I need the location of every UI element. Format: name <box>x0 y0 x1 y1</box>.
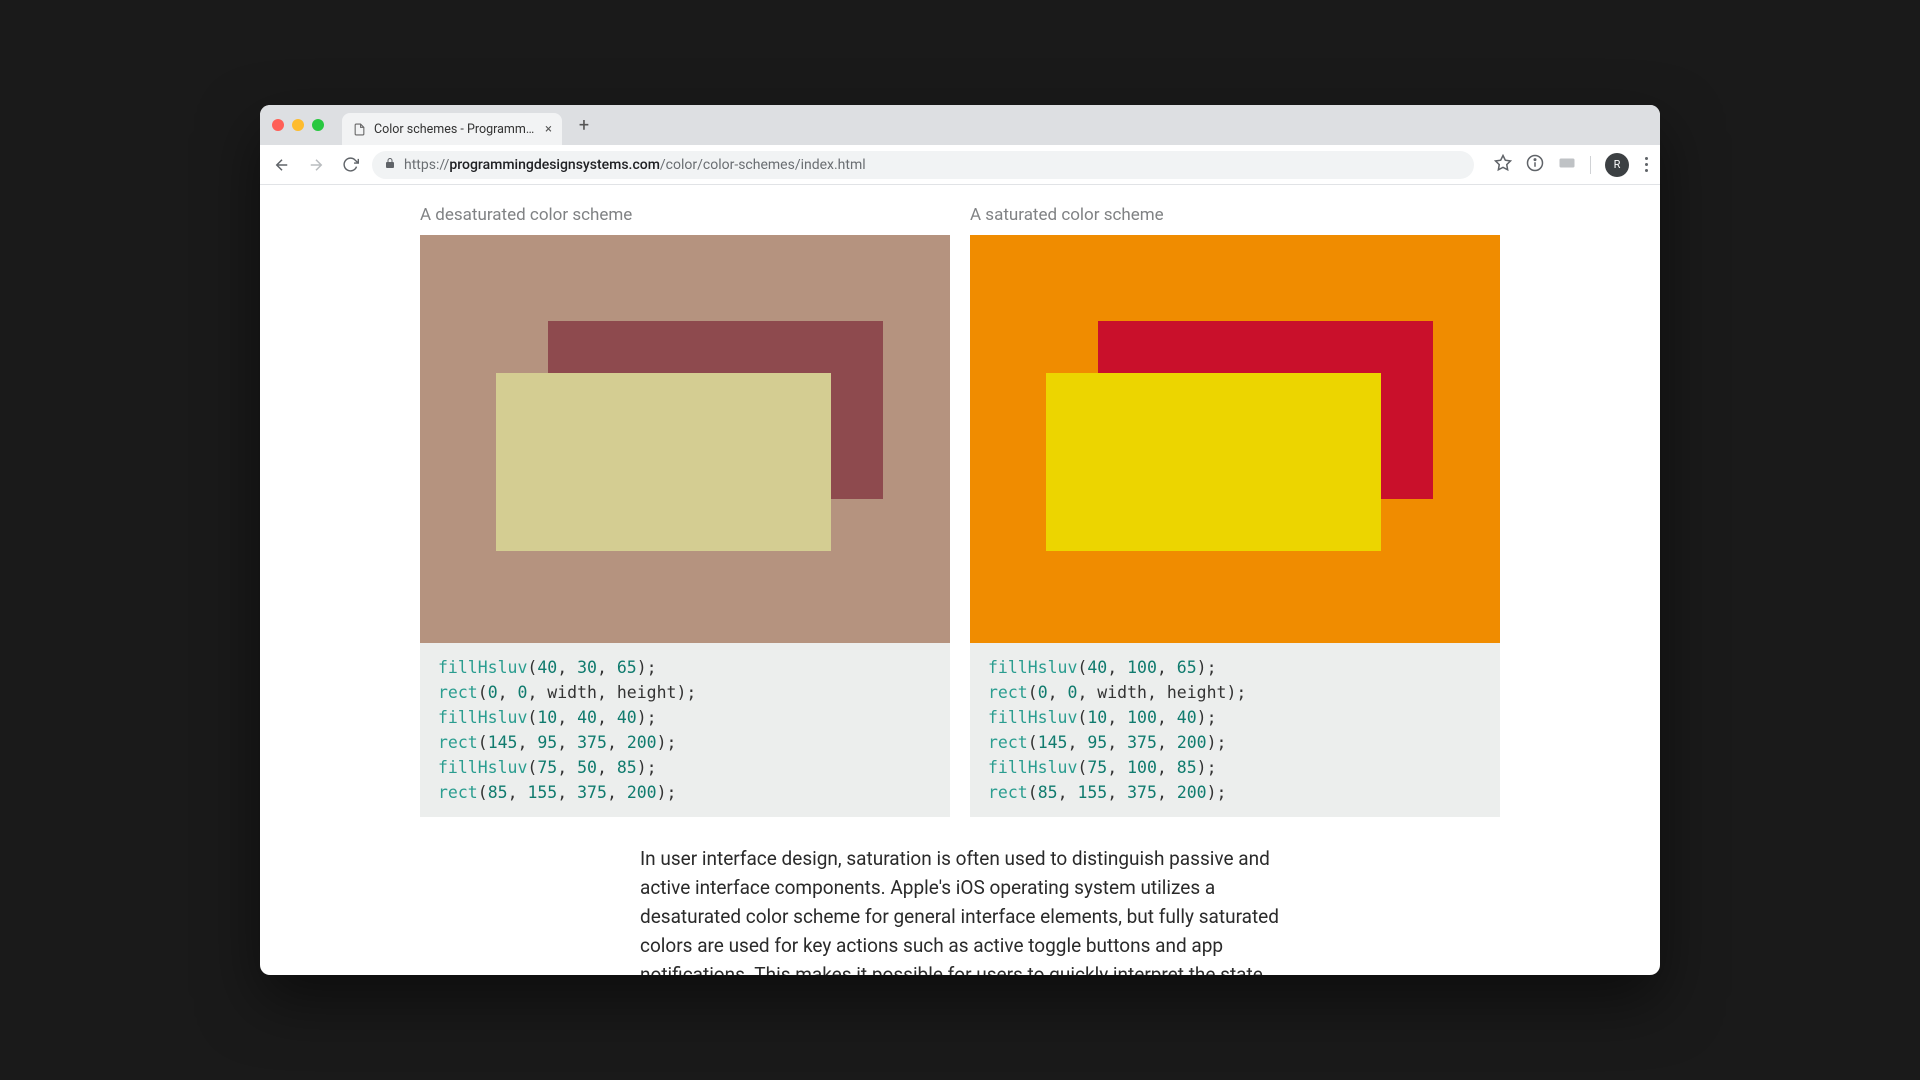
figure-caption-left: A desaturated color scheme <box>420 205 950 225</box>
code-block-right: fillHsluv(40, 100, 65); rect(0, 0, width… <box>970 643 1500 817</box>
forward-button[interactable] <box>304 153 328 177</box>
browser-tab[interactable]: Color schemes - Programming × <box>342 113 562 145</box>
tab-strip: Color schemes - Programming × + <box>260 105 1660 145</box>
url-host: programmingdesignsystems.com <box>449 157 660 173</box>
close-tab-button[interactable]: × <box>545 122 552 137</box>
page-content: A desaturated color scheme fillHsluv(40,… <box>260 185 1660 975</box>
canvas-desaturated <box>420 235 950 643</box>
url-prefix: https:// <box>404 157 449 173</box>
site-info-icon[interactable] <box>1526 154 1544 176</box>
close-window-button[interactable] <box>272 119 284 131</box>
tab-title: Color schemes - Programming <box>374 122 537 137</box>
lock-icon <box>384 157 396 172</box>
rect-front <box>1046 373 1381 551</box>
url-text: https://programmingdesignsystems.com/col… <box>404 157 866 173</box>
minimize-window-button[interactable] <box>292 119 304 131</box>
reload-button[interactable] <box>338 153 362 177</box>
rect-front <box>496 373 831 551</box>
browser-menu-button[interactable] <box>1643 155 1650 174</box>
extension-icon[interactable] <box>1558 155 1576 174</box>
body-paragraph: In user interface design, saturation is … <box>640 845 1280 975</box>
code-block-left: fillHsluv(40, 30, 65); rect(0, 0, width,… <box>420 643 950 817</box>
bookmark-star-icon[interactable] <box>1494 154 1512 176</box>
maximize-window-button[interactable] <box>312 119 324 131</box>
toolbar-separator <box>1590 156 1591 174</box>
canvas-saturated <box>970 235 1500 643</box>
profile-avatar[interactable]: R <box>1605 153 1629 177</box>
new-tab-button[interactable]: + <box>570 111 598 139</box>
toolbar: https://programmingdesignsystems.com/col… <box>260 145 1660 185</box>
window-controls <box>272 119 324 131</box>
avatar-initial: R <box>1614 158 1621 171</box>
address-bar[interactable]: https://programmingdesignsystems.com/col… <box>372 151 1474 179</box>
back-button[interactable] <box>270 153 294 177</box>
figure-caption-right: A saturated color scheme <box>970 205 1500 225</box>
figure-desaturated: A desaturated color scheme fillHsluv(40,… <box>420 205 950 817</box>
figure-saturated: A saturated color scheme fillHsluv(40, 1… <box>970 205 1500 817</box>
page-icon <box>352 122 366 136</box>
toolbar-right: R <box>1494 153 1650 177</box>
browser-window: Color schemes - Programming × + https://… <box>260 105 1660 975</box>
url-path: /color/color-schemes/index.html <box>660 157 866 173</box>
